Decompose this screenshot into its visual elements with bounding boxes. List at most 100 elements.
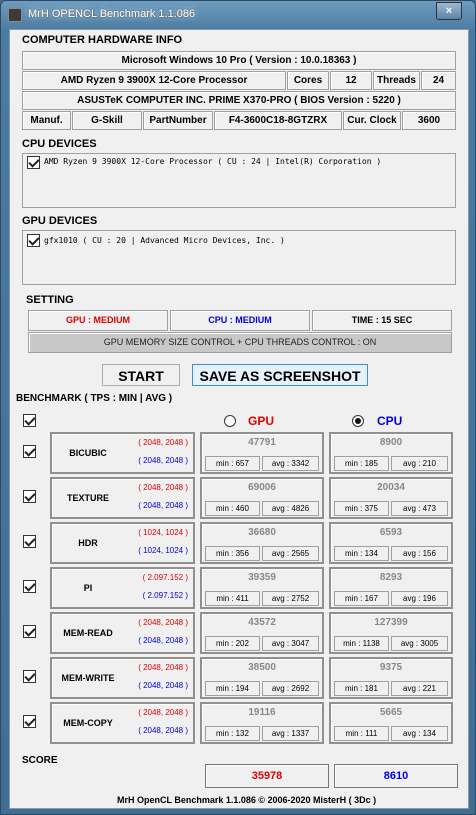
gpu-result-value: 47791 <box>248 437 276 448</box>
gpu-result-value: 69006 <box>248 482 276 493</box>
cpu-device-checkbox[interactable] <box>27 156 40 169</box>
app-icon <box>8 8 22 22</box>
manuf-label: Manuf. <box>22 111 71 130</box>
gpu-dimension: ( 2048, 2048 ) <box>138 618 188 627</box>
score-heading: SCORE <box>22 755 58 766</box>
gpu-result-min: min : 194 <box>205 681 260 696</box>
gpu-dimension: ( 2.097.152 ) <box>142 573 188 582</box>
benchmark-row: PI ( 2.097.152 ) ( 2.097.152 ) 39359 min… <box>10 567 456 609</box>
gpu-result-min: min : 657 <box>205 456 260 471</box>
row-checkbox[interactable] <box>23 580 36 593</box>
gpu-result-box: 69006 min : 460 avg : 4826 <box>200 477 324 519</box>
board-field: ASUSTeK COMPUTER INC. PRIME X370-PRO ( B… <box>22 91 456 110</box>
cpu-result-box: 8293 min : 167 avg : 196 <box>329 567 453 609</box>
cpu-result-avg: avg : 134 <box>391 726 448 741</box>
cpu-dimension: ( 2.097.152 ) <box>142 591 188 600</box>
cpu-device-list[interactable]: AMD Ryzen 9 3900X 12-Core Processor ( CU… <box>22 153 456 208</box>
gpu-result-value: 38500 <box>248 662 276 673</box>
cpu-result-min: min : 167 <box>334 591 389 606</box>
cpu-result-value: 6593 <box>379 527 403 538</box>
start-button[interactable]: START <box>102 364 180 386</box>
cpu-radio[interactable] <box>352 415 364 427</box>
app-window: MrH OPENCL Benchmark 1.1.086 × COMPUTER … <box>0 0 476 815</box>
cpu-result-value: 20034 <box>377 482 405 493</box>
test-box: PI ( 2.097.152 ) ( 2.097.152 ) <box>50 567 195 609</box>
title-bar[interactable]: MrH OPENCL Benchmark 1.1.086 × <box>1 1 475 29</box>
window-title: MrH OPENCL Benchmark 1.1.086 <box>28 8 196 20</box>
gpu-result-value: 43572 <box>248 617 276 628</box>
cpu-result-value: 8293 <box>379 572 403 583</box>
partnumber-value: F4-3600C18-8GTZRX <box>214 111 342 130</box>
threads-value: 24 <box>421 71 456 90</box>
cpu-result-avg: avg : 210 <box>391 456 448 471</box>
row-checkbox[interactable] <box>23 670 36 683</box>
gpu-result-avg: avg : 2752 <box>262 591 319 606</box>
row-checkbox[interactable] <box>23 535 36 548</box>
row-checkbox[interactable] <box>23 490 36 503</box>
gpu-radio[interactable] <box>224 415 236 427</box>
row-checkbox[interactable] <box>23 625 36 638</box>
gpu-result-box: 43572 min : 202 avg : 3047 <box>200 612 324 654</box>
cpu-result-min: min : 111 <box>334 726 389 741</box>
gpu-result-box: 36680 min : 356 avg : 2565 <box>200 522 324 564</box>
cpu-result-min: min : 134 <box>334 546 389 561</box>
row-checkbox[interactable] <box>23 715 36 728</box>
cpu-radio-label[interactable]: CPU <box>377 414 402 428</box>
gpu-radio-label[interactable]: GPU <box>248 414 274 428</box>
threads-label: Threads <box>373 71 420 90</box>
gpu-result-min: min : 460 <box>205 501 260 516</box>
gpu-setting[interactable]: GPU : MEDIUM <box>28 310 168 331</box>
gpu-result-value: 19116 <box>248 707 276 718</box>
test-box: MEM-COPY ( 2048, 2048 ) ( 2048, 2048 ) <box>50 702 195 744</box>
partnumber-label: PartNumber <box>143 111 213 130</box>
gpu-result-avg: avg : 2565 <box>262 546 319 561</box>
test-box: MEM-WRITE ( 2048, 2048 ) ( 2048, 2048 ) <box>50 657 195 699</box>
gpu-result-value: 36680 <box>248 527 276 538</box>
time-setting[interactable]: TIME : 15 SEC <box>312 310 452 331</box>
select-all-checkbox[interactable] <box>23 414 36 427</box>
cpu-result-min: min : 375 <box>334 501 389 516</box>
gpu-device-list[interactable]: gfx1010 ( CU : 20 | Advanced Micro Devic… <box>22 230 456 285</box>
cpu-dimension: ( 2048, 2048 ) <box>138 636 188 645</box>
test-name: TEXTURE <box>66 493 109 503</box>
row-checkbox[interactable] <box>23 445 36 458</box>
cpu-result-avg: avg : 156 <box>391 546 448 561</box>
os-field: Microsoft Windows 10 Pro ( Version : 10.… <box>22 51 456 70</box>
benchmark-row: MEM-READ ( 2048, 2048 ) ( 2048, 2048 ) 4… <box>10 612 456 654</box>
gpu-device-item: gfx1010 ( CU : 20 | Advanced Micro Devic… <box>44 236 285 245</box>
gpu-result-box: 19116 min : 132 avg : 1337 <box>200 702 324 744</box>
cores-value: 12 <box>330 71 372 90</box>
gpu-device-checkbox[interactable] <box>27 234 40 247</box>
gpu-result-min: min : 132 <box>205 726 260 741</box>
test-name: HDR <box>78 538 98 548</box>
cpu-result-value: 8900 <box>379 437 403 448</box>
cpu-result-box: 5665 min : 111 avg : 134 <box>329 702 453 744</box>
gpu-result-min: min : 356 <box>205 546 260 561</box>
cpu-result-value: 5665 <box>379 707 403 718</box>
cores-label: Cores <box>287 71 329 90</box>
cpu-dimension: ( 2048, 2048 ) <box>138 501 188 510</box>
cpu-result-value: 9375 <box>379 662 403 673</box>
cpu-result-box: 127399 min : 1138 avg : 3005 <box>329 612 453 654</box>
cpu-result-value: 127399 <box>374 617 408 628</box>
gpu-dimension: ( 2048, 2048 ) <box>138 708 188 717</box>
gpu-result-value: 39359 <box>248 572 276 583</box>
save-screenshot-button[interactable]: SAVE AS SCREENSHOT <box>192 364 368 386</box>
memory-control-setting[interactable]: GPU MEMORY SIZE CONTROL + CPU THREADS CO… <box>28 332 452 353</box>
gpu-result-avg: avg : 3047 <box>262 636 319 651</box>
cpu-result-min: min : 1138 <box>334 636 389 651</box>
cpu-result-box: 6593 min : 134 avg : 156 <box>329 522 453 564</box>
gpu-result-box: 47791 min : 657 avg : 3342 <box>200 432 324 474</box>
cpu-result-avg: avg : 473 <box>391 501 448 516</box>
clock-value: 3600 <box>402 111 456 130</box>
benchmark-row: MEM-WRITE ( 2048, 2048 ) ( 2048, 2048 ) … <box>10 657 456 699</box>
cpu-result-avg: avg : 196 <box>391 591 448 606</box>
gpu-result-avg: avg : 3342 <box>262 456 319 471</box>
gpu-devices-heading: GPU DEVICES <box>22 215 98 227</box>
close-button[interactable]: × <box>436 2 462 20</box>
gpu-dimension: ( 2048, 2048 ) <box>138 663 188 672</box>
cpu-setting[interactable]: CPU : MEDIUM <box>170 310 310 331</box>
gpu-dimension: ( 2048, 2048 ) <box>138 438 188 447</box>
test-box: MEM-READ ( 2048, 2048 ) ( 2048, 2048 ) <box>50 612 195 654</box>
cpu-dimension: ( 1024, 1024 ) <box>138 546 188 555</box>
